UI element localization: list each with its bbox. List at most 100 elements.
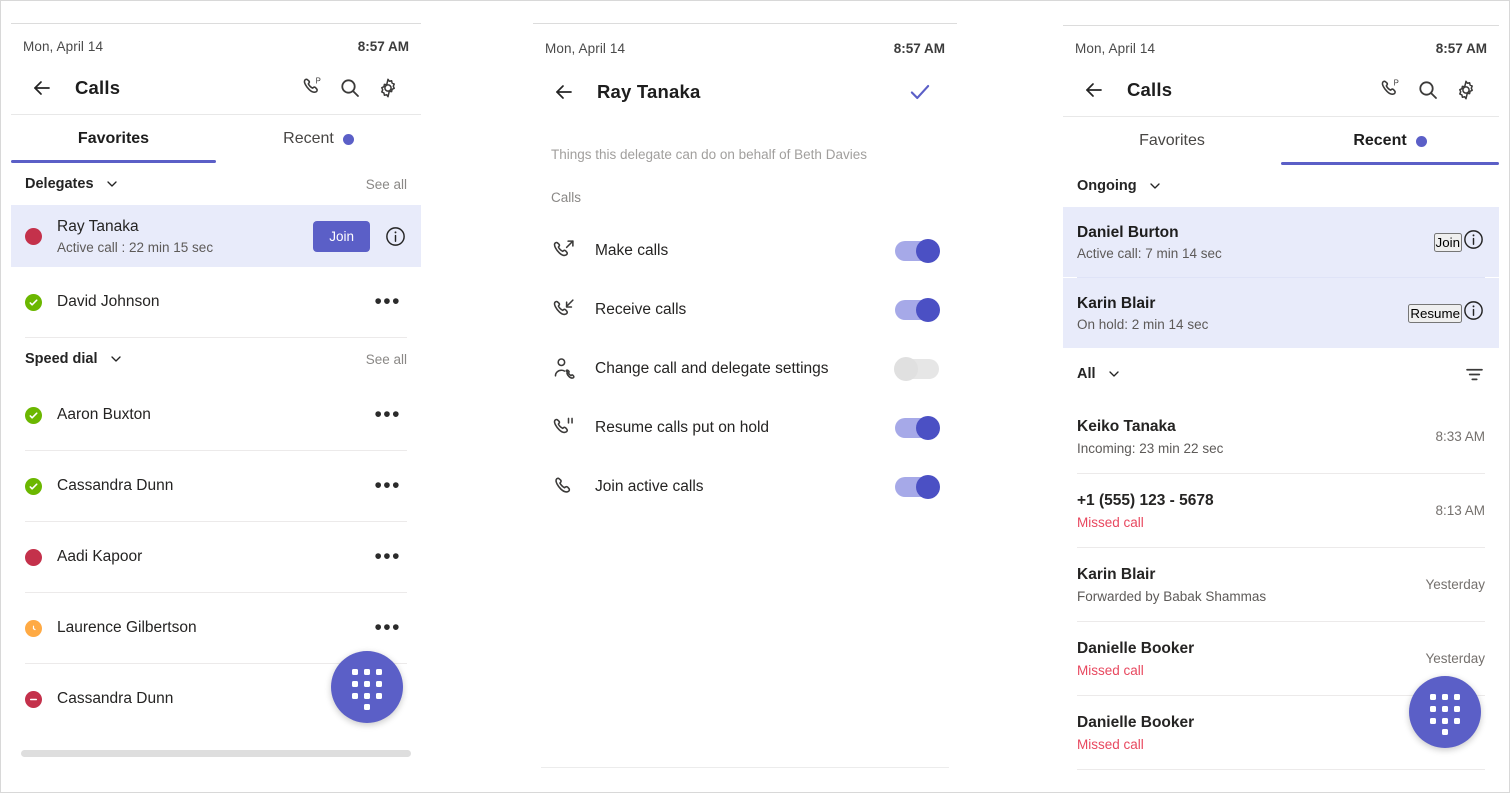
presence-away-icon [25, 619, 42, 637]
ongoing-call-name: Karin Blair [1077, 294, 1156, 312]
panel-bottom-rule [541, 767, 949, 768]
tab-bar: Favorites Recent [1063, 117, 1499, 165]
dialpad-icon [1428, 690, 1462, 735]
overflow-menu-button[interactable]: ••• [368, 475, 407, 495]
permission-toggle[interactable] [895, 238, 940, 263]
permission-row-resume-hold[interactable]: Resume calls put on hold [533, 398, 957, 457]
info-button[interactable] [1462, 228, 1485, 256]
join-button[interactable]: Join [1433, 232, 1462, 252]
list-item[interactable]: Cassandra Dunn ••• [11, 451, 421, 521]
ongoing-call-row[interactable]: Karin Blair On hold: 2 min 14 sec Resume [1063, 278, 1499, 348]
overflow-menu-button[interactable]: ••• [368, 291, 407, 311]
overflow-menu-button[interactable]: ••• [368, 617, 407, 637]
back-button[interactable] [547, 75, 581, 109]
presence-indicator [25, 227, 51, 245]
status-bar-time: 8:57 AM [1435, 40, 1487, 56]
page-title: Ray Tanaka [597, 81, 701, 102]
permission-label: Receive calls [595, 300, 687, 318]
see-all-speed-dial[interactable]: See all [366, 352, 407, 367]
overflow-menu-button[interactable]: ••• [368, 404, 407, 424]
tab-active-underline [1281, 162, 1499, 165]
resume-button[interactable]: Resume [1408, 303, 1462, 323]
presence-available-icon [25, 293, 42, 311]
settings-button[interactable] [369, 69, 407, 107]
call-park-icon: P [303, 76, 320, 93]
tab-recent[interactable]: Recent [216, 115, 421, 163]
back-button[interactable] [1077, 73, 1111, 107]
permissions-group-label: Calls [551, 190, 582, 205]
permission-toggle[interactable] [895, 297, 940, 322]
horizontal-scrollbar[interactable] [21, 750, 411, 757]
page-title: Calls [1127, 78, 1173, 100]
call-outgoing-icon [551, 238, 591, 263]
presence-indicator [25, 477, 51, 495]
dialpad-fab-button[interactable] [1409, 676, 1481, 748]
recent-call-row[interactable]: +1 (555) 123 - 5678 Missed call 8:13 AM [1063, 474, 1499, 547]
filter-button[interactable] [1464, 364, 1485, 385]
call-park-button[interactable]: P [1371, 71, 1409, 109]
chevron-down-icon[interactable] [104, 176, 120, 192]
ongoing-call-status: Active call: 7 min 14 sec [1077, 245, 1222, 261]
dialpad-fab-button[interactable] [331, 651, 403, 723]
join-button[interactable]: Join [313, 220, 370, 252]
contact-name: Aadi Kapoor [57, 547, 143, 565]
status-bar-date: Mon, April 14 [1075, 40, 1156, 56]
permission-label: Make calls [595, 241, 669, 259]
list-item[interactable]: Aadi Kapoor ••• [11, 522, 421, 592]
presence-indicator [25, 619, 51, 637]
delegate-active-call-row[interactable]: Ray Tanaka Active call : 22 min 15 sec J… [11, 205, 421, 267]
permission-row-make-calls[interactable]: Make calls [533, 221, 957, 280]
panel-top-rule [1063, 25, 1499, 26]
call-park-button[interactable]: P [293, 69, 331, 107]
chevron-down-icon[interactable] [1106, 366, 1122, 382]
permission-row-join-active[interactable]: Join active calls [533, 457, 957, 516]
permission-label: Join active calls [595, 477, 704, 495]
presence-indicator [25, 690, 51, 708]
permission-toggle[interactable] [895, 474, 940, 499]
contact-name: Aaron Buxton [57, 405, 151, 423]
status-bar-date: Mon, April 14 [23, 38, 104, 54]
person-call-icon [551, 356, 591, 381]
ongoing-call-status: On hold: 2 min 14 sec [1077, 316, 1209, 332]
panel-top-rule [11, 23, 421, 24]
ongoing-call-row[interactable]: Daniel Burton Active call: 7 min 14 sec … [1063, 207, 1499, 277]
chevron-down-icon[interactable] [108, 351, 124, 367]
tab-favorites[interactable]: Favorites [1063, 117, 1281, 165]
list-item[interactable]: Aaron Buxton ••• [11, 380, 421, 450]
permission-toggle[interactable] [894, 356, 939, 381]
recent-call-row[interactable]: Karin Blair Forwarded by Babak Shammas Y… [1063, 548, 1499, 621]
info-button[interactable] [384, 225, 407, 248]
tab-recent[interactable]: Recent [1281, 117, 1499, 165]
call-park-icon: P [1381, 78, 1398, 95]
section-header-delegates: Delegates See all [11, 163, 421, 205]
settings-button[interactable] [1447, 71, 1485, 109]
permission-toggle[interactable] [895, 415, 940, 440]
call-hold-icon [551, 415, 591, 440]
section-label-speed-dial: Speed dial [25, 351, 98, 367]
recent-call-row[interactable]: Keiko Tanaka Incoming: 23 min 22 sec 8:3… [1063, 400, 1499, 473]
info-button[interactable] [1462, 299, 1485, 327]
section-header-speed-dial: Speed dial See all [11, 338, 421, 380]
see-all-delegates[interactable]: See all [366, 177, 407, 192]
chevron-down-icon[interactable] [1147, 178, 1163, 194]
search-button[interactable] [1409, 71, 1447, 109]
filter-icon [1466, 368, 1483, 380]
divider [1077, 769, 1485, 770]
overflow-menu-button[interactable]: ••• [368, 546, 407, 566]
tab-favorites[interactable]: Favorites [11, 115, 216, 163]
delegate-description: Things this delegate can do on behalf of… [551, 147, 867, 162]
confirm-button[interactable] [901, 73, 939, 111]
app-bar: Ray Tanaka [533, 63, 957, 121]
status-bar-time: 8:57 AM [357, 38, 409, 54]
recent-call-name: Danielle Booker [1077, 639, 1195, 657]
recent-call-name: +1 (555) 123 - 5678 [1077, 491, 1214, 509]
back-button[interactable] [25, 71, 59, 105]
presence-indicator [25, 548, 51, 566]
recent-call-detail: Missed call [1077, 663, 1144, 679]
permission-row-receive-calls[interactable]: Receive calls [533, 280, 957, 339]
presence-available-icon [25, 406, 42, 424]
permission-row-change-settings[interactable]: Change call and delegate settings [533, 339, 957, 398]
search-button[interactable] [331, 69, 369, 107]
delegate-contact-row[interactable]: David Johnson ••• [11, 267, 421, 337]
recent-call-detail: Missed call [1077, 515, 1144, 531]
